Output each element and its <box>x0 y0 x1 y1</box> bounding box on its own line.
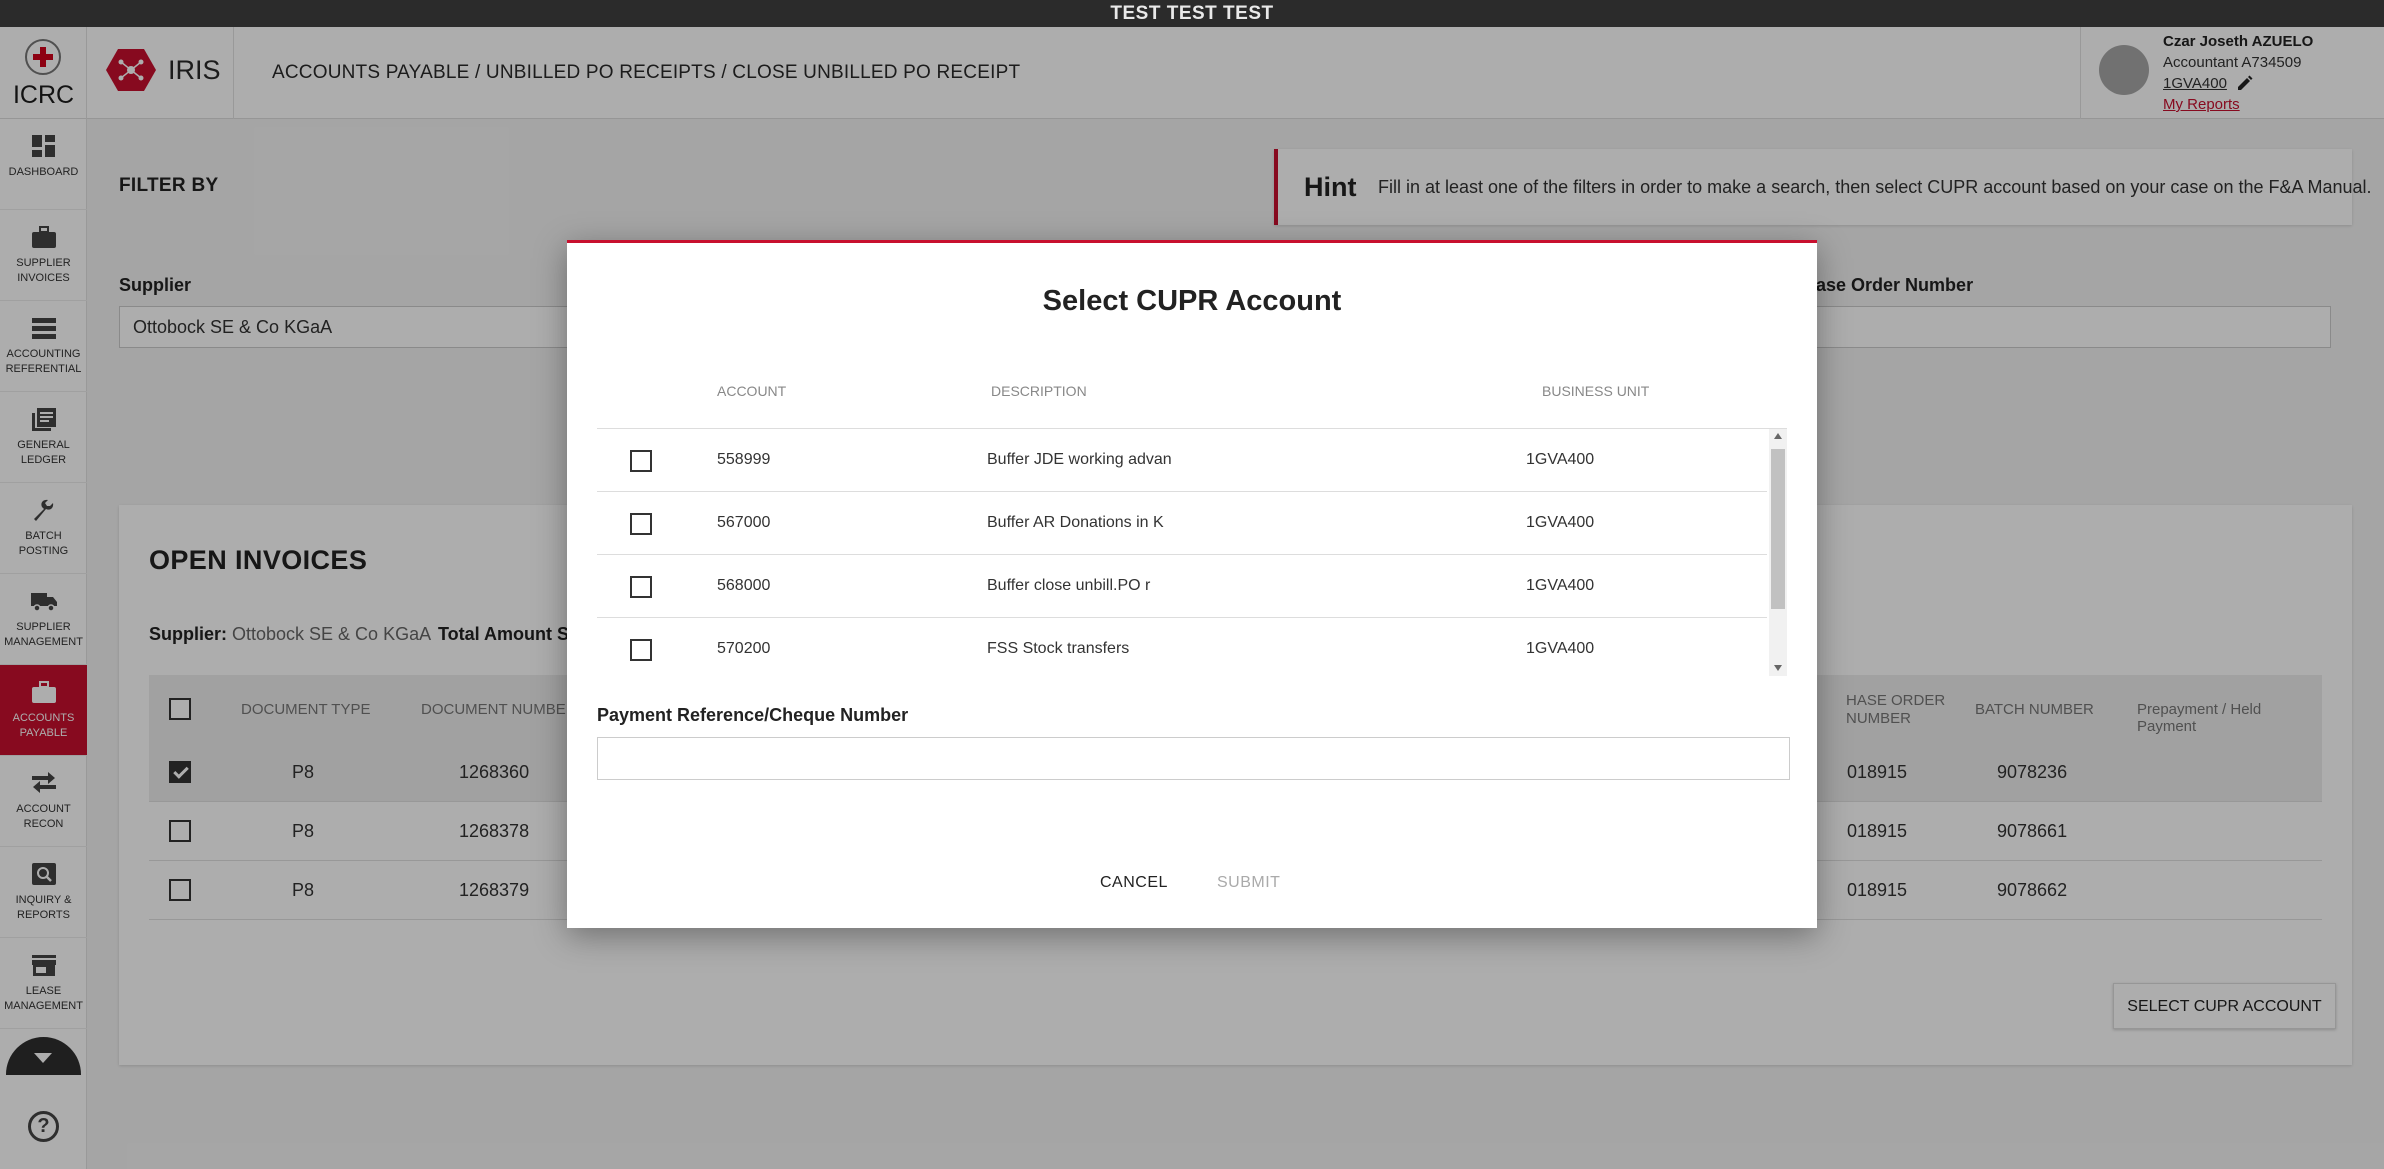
cell-description: Buffer close unbill.PO r <box>987 577 1151 594</box>
select-cupr-modal: Select CUPR Account ACCOUNT DESCRIPTION … <box>567 240 1817 928</box>
account-row[interactable]: 567000 Buffer AR Donations in K 1GVA400 <box>597 492 1767 555</box>
cell-business-unit: 1GVA400 <box>1526 451 1595 468</box>
modal-table-body: 558999 Buffer JDE working advan 1GVA400 … <box>597 428 1787 676</box>
payment-reference-input[interactable] <box>597 737 1790 780</box>
scroll-up-arrow-icon[interactable] <box>1774 433 1782 439</box>
cancel-button[interactable]: CANCEL <box>1100 874 1168 892</box>
account-checkbox[interactable] <box>630 450 652 472</box>
account-row[interactable]: 568000 Buffer close unbill.PO r 1GVA400 <box>597 555 1767 618</box>
col-account: ACCOUNT <box>717 383 787 399</box>
col-description: DESCRIPTION <box>991 383 1087 399</box>
environment-banner: TEST TEST TEST <box>0 0 2384 27</box>
cell-description: Buffer JDE working advan <box>987 451 1172 468</box>
modal-scrollbar[interactable] <box>1769 429 1787 676</box>
cell-business-unit: 1GVA400 <box>1526 640 1595 657</box>
col-business-unit: BUSINESS UNIT <box>1542 383 1650 399</box>
cell-description: Buffer AR Donations in K <box>987 514 1164 531</box>
account-row[interactable]: 558999 Buffer JDE working advan 1GVA400 <box>597 429 1767 492</box>
cell-account: 570200 <box>717 640 771 657</box>
cell-account: 568000 <box>717 577 771 594</box>
submit-button[interactable]: SUBMIT <box>1217 874 1280 892</box>
scroll-down-arrow-icon[interactable] <box>1774 665 1782 671</box>
cell-business-unit: 1GVA400 <box>1526 577 1595 594</box>
account-checkbox[interactable] <box>630 576 652 598</box>
payment-reference-label: Payment Reference/Cheque Number <box>597 705 909 725</box>
modal-title: Select CUPR Account <box>1042 285 1342 317</box>
cell-description: FSS Stock transfers <box>987 640 1130 657</box>
cell-business-unit: 1GVA400 <box>1526 514 1595 531</box>
account-row[interactable]: 570200 FSS Stock transfers 1GVA400 <box>597 618 1767 676</box>
account-checkbox[interactable] <box>630 513 652 535</box>
cell-account: 558999 <box>717 451 771 468</box>
cell-account: 567000 <box>717 514 771 531</box>
account-checkbox[interactable] <box>630 639 652 661</box>
scrollbar-thumb[interactable] <box>1771 449 1785 609</box>
